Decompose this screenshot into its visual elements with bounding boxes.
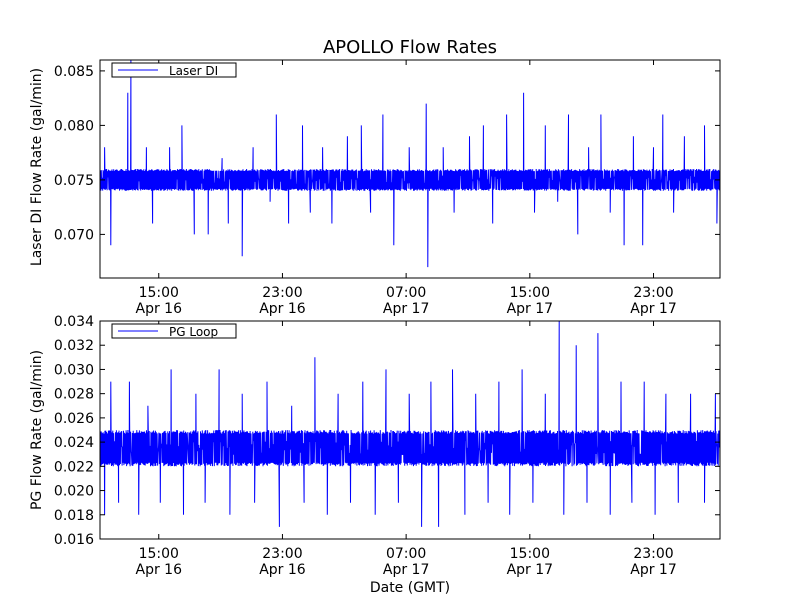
y-tick-label: 0.032 — [54, 338, 94, 354]
y-tick-label: 0.018 — [54, 508, 94, 524]
x-tick-label-time: 15:00 — [139, 546, 179, 562]
x-tick-label-date: Apr 16 — [259, 562, 306, 578]
x-tick-label-time: 23:00 — [262, 546, 302, 562]
chart-figure: APOLLO Flow Rates Laser DI Flow Rate (ga… — [0, 0, 800, 600]
x-tick-label-date: Apr 17 — [630, 301, 676, 317]
y-tick-label: 0.085 — [54, 64, 94, 80]
legend: PG Loop — [111, 323, 237, 339]
x-tick-label-date: Apr 16 — [136, 562, 183, 578]
x-tick-label-time: 23:00 — [633, 546, 673, 562]
y-tick-label: 0.016 — [54, 532, 94, 548]
y-tick-label: 0.070 — [54, 227, 94, 243]
chart-title: APOLLO Flow Rates — [323, 37, 497, 58]
y-tick-label: 0.075 — [54, 173, 94, 189]
legend: Laser DI — [111, 62, 237, 78]
y-tick-label: 0.022 — [54, 459, 94, 475]
y-tick-label: 0.034 — [54, 314, 94, 330]
x-tick-label-date: Apr 17 — [383, 301, 429, 317]
x-tick-label-time: 15:00 — [139, 285, 179, 301]
chart-canvas: APOLLO Flow Rates Laser DI Flow Rate (ga… — [0, 0, 800, 600]
x-tick-label-time: 23:00 — [633, 285, 673, 301]
y-tick-label: 0.026 — [54, 411, 94, 427]
legend-label: PG Loop — [169, 325, 218, 339]
x-tick-label-date: Apr 17 — [507, 562, 553, 578]
y-tick-label: 0.024 — [54, 435, 94, 451]
x-tick-label-time: 07:00 — [386, 546, 426, 562]
x-tick-label-date: Apr 17 — [630, 562, 676, 578]
y-axis-label-pg: PG Flow Rate (gal/min) — [29, 350, 45, 510]
y-tick-label: 0.028 — [54, 387, 94, 403]
x-tick-label-time: 07:00 — [386, 285, 426, 301]
x-axis-label: Date (GMT) — [370, 580, 450, 596]
x-tick-label-time: 23:00 — [262, 285, 302, 301]
x-tick-label-date: Apr 16 — [259, 301, 306, 317]
y-tick-label: 0.030 — [54, 362, 94, 378]
y-tick-label: 0.080 — [54, 118, 94, 134]
x-tick-label-date: Apr 17 — [507, 301, 553, 317]
y-axis-label-laser: Laser DI Flow Rate (gal/min) — [29, 68, 45, 266]
x-tick-label-time: 15:00 — [510, 546, 550, 562]
x-tick-label-date: Apr 17 — [383, 562, 429, 578]
y-tick-label: 0.020 — [54, 484, 94, 500]
legend-label: Laser DI — [169, 64, 218, 78]
x-tick-label-date: Apr 16 — [136, 301, 183, 317]
x-tick-label-time: 15:00 — [510, 285, 550, 301]
